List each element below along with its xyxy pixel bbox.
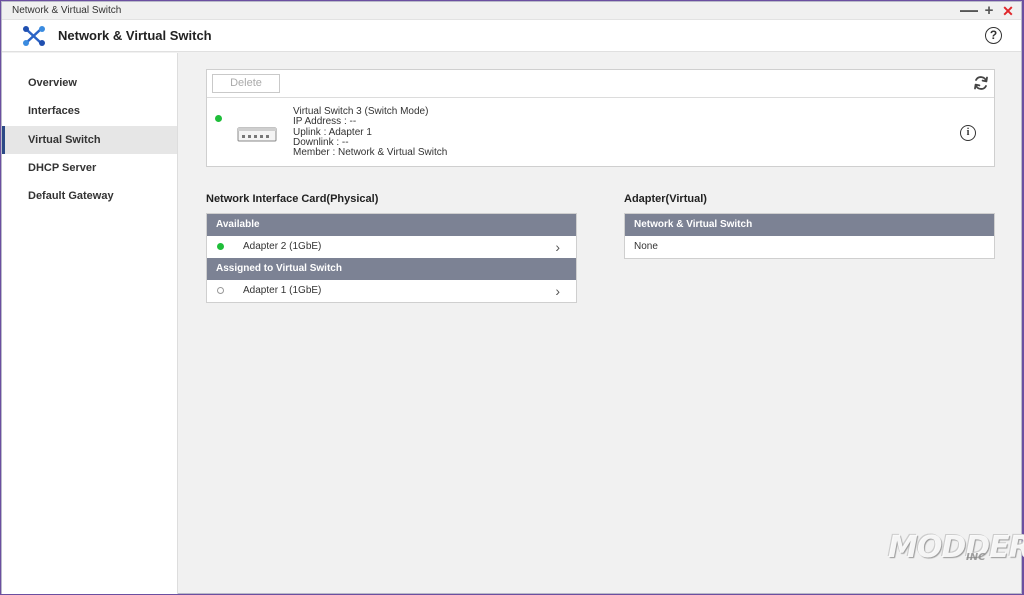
assigned-header: Assigned to Virtual Switch (207, 258, 576, 280)
help-icon[interactable]: ? (985, 27, 1002, 44)
switch-member: Member : Network & Virtual Switch (293, 147, 448, 159)
modders-watermark: MODDERS (888, 530, 1024, 565)
switch-info: Virtual Switch 3 (Switch Mode) IP Addres… (293, 106, 448, 159)
nic-row-assigned[interactable]: Adapter 1 (1GbE) › (207, 280, 576, 302)
card-toolbar: Delete (207, 70, 994, 98)
adapter-value: None (634, 241, 658, 252)
window-titlebar: Network & Virtual Switch — + ✕ (2, 1, 1021, 20)
switch-status-dot (215, 115, 222, 122)
adapter-status-dot (217, 287, 224, 294)
delete-button[interactable]: Delete (212, 74, 280, 93)
close-button[interactable]: ✕ (999, 2, 1017, 20)
window-title: Network & Virtual Switch (12, 5, 122, 16)
adapter-table: Network & Virtual Switch None (624, 213, 995, 259)
available-header: Available (207, 214, 576, 236)
adapter-status-dot (217, 243, 224, 250)
app-header: Network & Virtual Switch ? (2, 20, 1021, 52)
adapter-label: Adapter 1 (1GbE) (243, 285, 322, 296)
refresh-icon[interactable] (973, 75, 989, 91)
network-switch-logo-icon (23, 26, 45, 46)
modders-watermark-suffix: INC (966, 552, 986, 563)
maximize-button[interactable]: + (980, 2, 998, 20)
adapter-table-row: None (625, 236, 994, 258)
chevron-right-icon: › (555, 283, 560, 299)
adapter-section-title: Adapter(Virtual) (624, 193, 707, 205)
main-content: Delete Virtual Switch 3 (Switch Mode) IP… (178, 53, 1023, 594)
virtual-switch-card: Delete Virtual Switch 3 (Switch Mode) IP… (206, 69, 995, 167)
adapter-table-header: Network & Virtual Switch (625, 214, 994, 236)
nic-section-title: Network Interface Card(Physical) (206, 193, 379, 205)
sidebar-item-default-gateway[interactable]: Default Gateway (2, 182, 177, 210)
network-switch-icon (237, 127, 277, 142)
app-title: Network & Virtual Switch (58, 28, 212, 43)
sidebar-item-interfaces[interactable]: Interfaces (2, 97, 177, 125)
minimize-button[interactable]: — (960, 1, 978, 20)
sidebar-item-virtual-switch[interactable]: Virtual Switch (2, 126, 177, 154)
info-icon[interactable]: i (960, 125, 976, 141)
adapter-label: Adapter 2 (1GbE) (243, 241, 322, 252)
sidebar-item-overview[interactable]: Overview (2, 69, 177, 97)
chevron-right-icon: › (555, 239, 560, 255)
sidebar-item-dhcp-server[interactable]: DHCP Server (2, 154, 177, 182)
nic-table: Available Adapter 2 (1GbE) › Assigned to… (206, 213, 577, 303)
nic-row-available[interactable]: Adapter 2 (1GbE) › (207, 236, 576, 258)
app-window: Network & Virtual Switch — + ✕ Network &… (1, 1, 1024, 594)
sidebar: Overview Interfaces Virtual Switch DHCP … (2, 53, 178, 594)
